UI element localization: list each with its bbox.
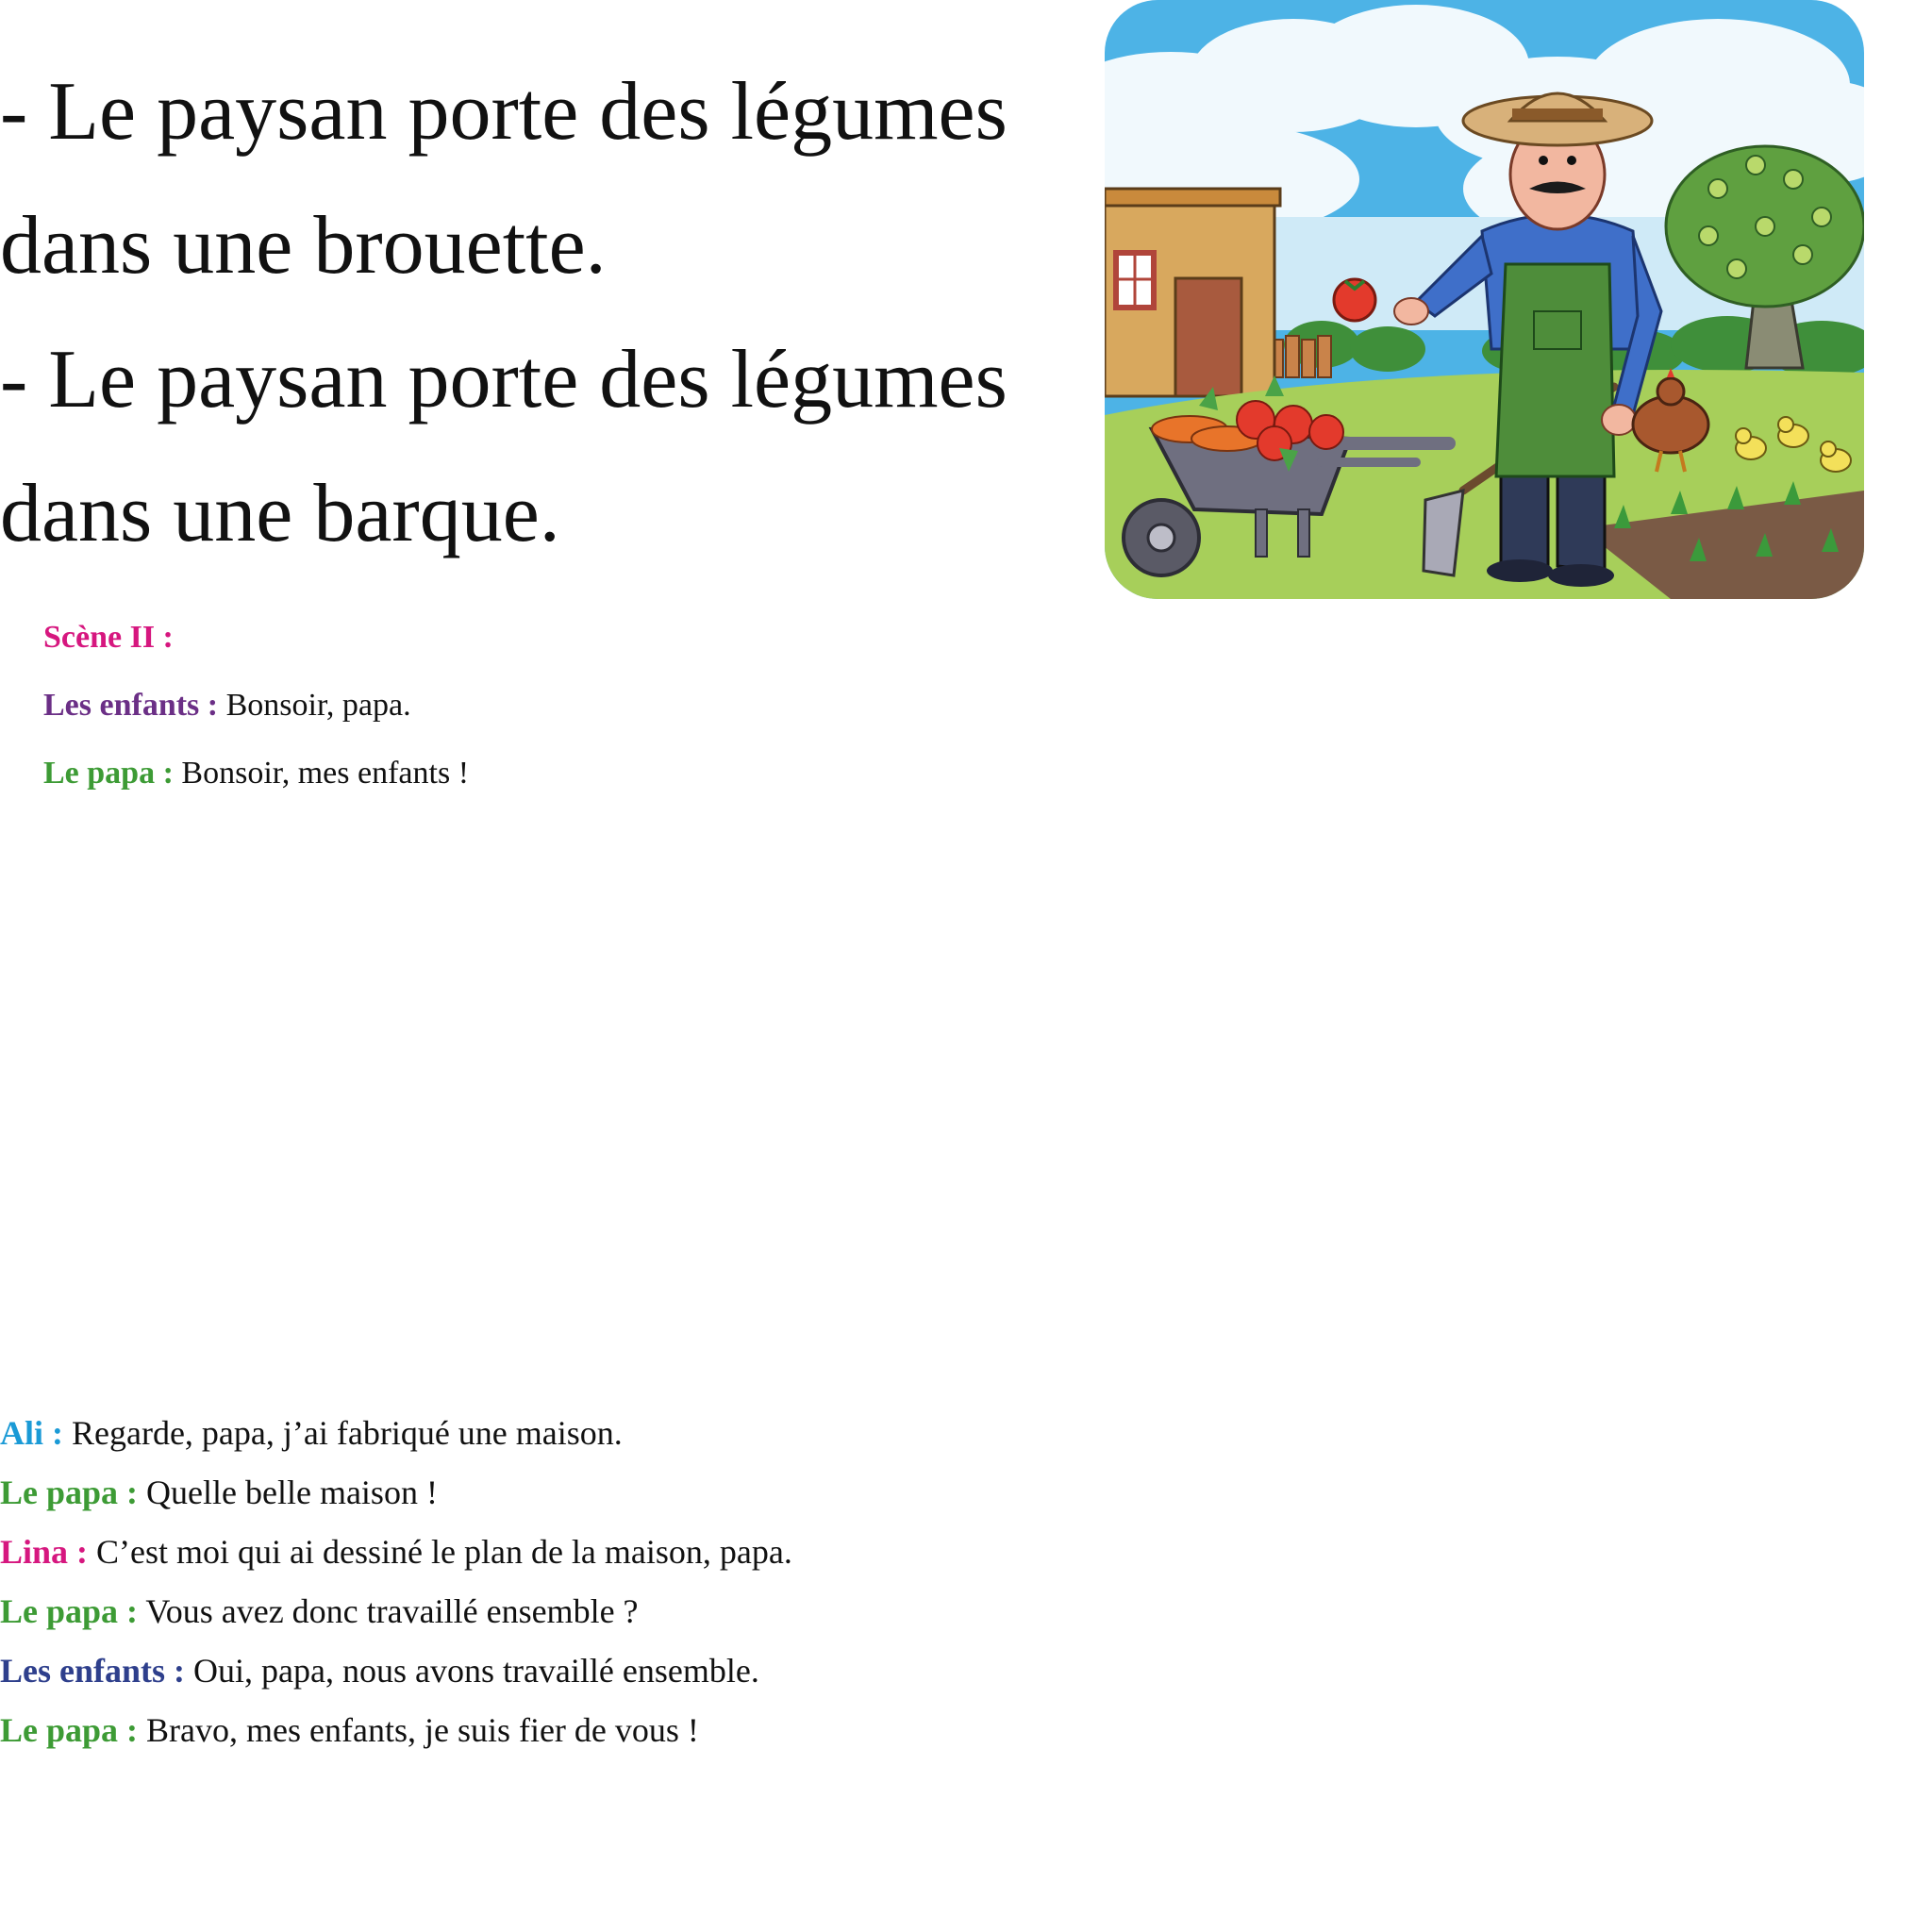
speaker-le-papa: Le papa :	[43, 756, 174, 791]
speech-text: Oui, papa, nous avons travaillé ensemble…	[185, 1652, 759, 1690]
sentence-4: dans une barque.	[0, 468, 560, 559]
dialogue-line: Lina : C’est moi qui ai dessiné le plan …	[0, 1523, 792, 1582]
scene-heading: Scène II :	[43, 620, 174, 655]
speaker-le-papa: Le papa :	[0, 1711, 139, 1749]
exercise-sentences: - Le paysan porte des légumes dans une b…	[0, 45, 1057, 581]
speech-text: Bonsoir, papa.	[218, 688, 411, 723]
tomato	[1332, 277, 1377, 323]
speech-text: Quelle belle maison !	[138, 1474, 438, 1511]
sentence-2: dans une brouette.	[0, 200, 607, 291]
speaker-le-papa: Le papa :	[0, 1474, 139, 1511]
dialogue-line: Le papa : Vous avez donc travaillé ensem…	[0, 1582, 792, 1641]
speech-text: Bravo, mes enfants, je suis fier de vous…	[138, 1711, 699, 1749]
dialogue-line: Le papa : Bravo, mes enfants, je suis fi…	[0, 1701, 792, 1760]
scene-two: Scène II : Les enfants : Bonsoir, papa. …	[43, 604, 469, 808]
speaker-le-papa: Le papa :	[0, 1592, 139, 1630]
dialogue-line: Les enfants : Oui, papa, nous avons trav…	[0, 1641, 792, 1701]
dialogue-line: Le papa : Quelle belle maison !	[0, 1463, 792, 1523]
speech-text: Vous avez donc travaillé ensemble ?	[138, 1592, 639, 1630]
sentence-3: - Le paysan porte des légumes	[0, 334, 1008, 425]
speech-text: Regarde, papa, j’ai fabriqué une maison.	[63, 1414, 623, 1452]
dialogue: Ali : Regarde, papa, j’ai fabriqué une m…	[0, 1404, 792, 1760]
farmer-illustration	[1105, 0, 1864, 599]
dialogue-line: Ali : Regarde, papa, j’ai fabriqué une m…	[0, 1404, 792, 1463]
speaker-les-enfants: Les enfants :	[0, 1652, 185, 1690]
speaker-les-enfants: Les enfants :	[43, 688, 219, 723]
scene-line-1: Les enfants : Bonsoir, papa.	[43, 672, 469, 740]
sentence-1: - Le paysan porte des légumes	[0, 66, 1008, 158]
speech-text: C’est moi qui ai dessiné le plan de la m…	[88, 1533, 792, 1571]
house	[1105, 187, 1282, 398]
speech-text: Bonsoir, mes enfants !	[173, 756, 470, 791]
scene-line-2: Le papa : Bonsoir, mes enfants !	[43, 740, 469, 808]
speaker-lina: Lina :	[0, 1533, 89, 1571]
speaker-ali: Ali :	[0, 1414, 63, 1452]
